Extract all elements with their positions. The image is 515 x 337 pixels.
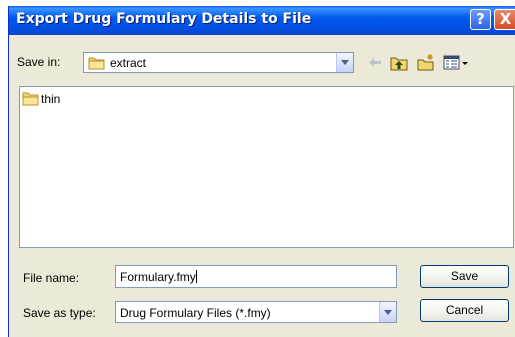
save-as-type-label: Save as type: bbox=[23, 306, 96, 320]
up-folder-icon[interactable] bbox=[389, 53, 409, 72]
save-in-dropdown[interactable]: extract bbox=[83, 52, 354, 73]
save-as-type-dropdown[interactable]: Drug Formulary Files (*.fmy) bbox=[115, 301, 397, 323]
dropdown-arrow-icon[interactable] bbox=[336, 53, 353, 72]
file-name-input[interactable]: Formulary.fmy bbox=[115, 265, 397, 288]
back-arrow-icon[interactable] bbox=[366, 53, 384, 72]
close-button[interactable]: X bbox=[494, 9, 515, 30]
export-dialog: Export Drug Formulary Details to File ? … bbox=[8, 6, 515, 337]
text-caret bbox=[195, 270, 197, 283]
save-as-type-value: Drug Formulary Files (*.fmy) bbox=[120, 306, 271, 320]
folder-icon bbox=[22, 91, 40, 106]
title-bar[interactable]: Export Drug Formulary Details to File ? … bbox=[9, 6, 515, 35]
dialog-title: Export Drug Formulary Details to File bbox=[16, 11, 312, 27]
cancel-button[interactable]: Cancel bbox=[420, 299, 509, 322]
save-in-value: extract bbox=[110, 56, 147, 70]
list-item-label: thin bbox=[41, 92, 61, 106]
views-menu-icon[interactable] bbox=[442, 53, 470, 72]
save-in-label: Save in: bbox=[17, 55, 61, 69]
save-button[interactable]: Save bbox=[420, 265, 509, 288]
file-list[interactable]: thin bbox=[19, 86, 514, 248]
file-name-value: Formulary.fmy bbox=[120, 270, 196, 284]
dropdown-arrow-icon[interactable] bbox=[379, 302, 396, 322]
help-button[interactable]: ? bbox=[470, 9, 491, 30]
file-name-label: File name: bbox=[23, 271, 80, 285]
new-folder-icon[interactable] bbox=[416, 53, 436, 72]
folder-icon bbox=[88, 56, 106, 70]
